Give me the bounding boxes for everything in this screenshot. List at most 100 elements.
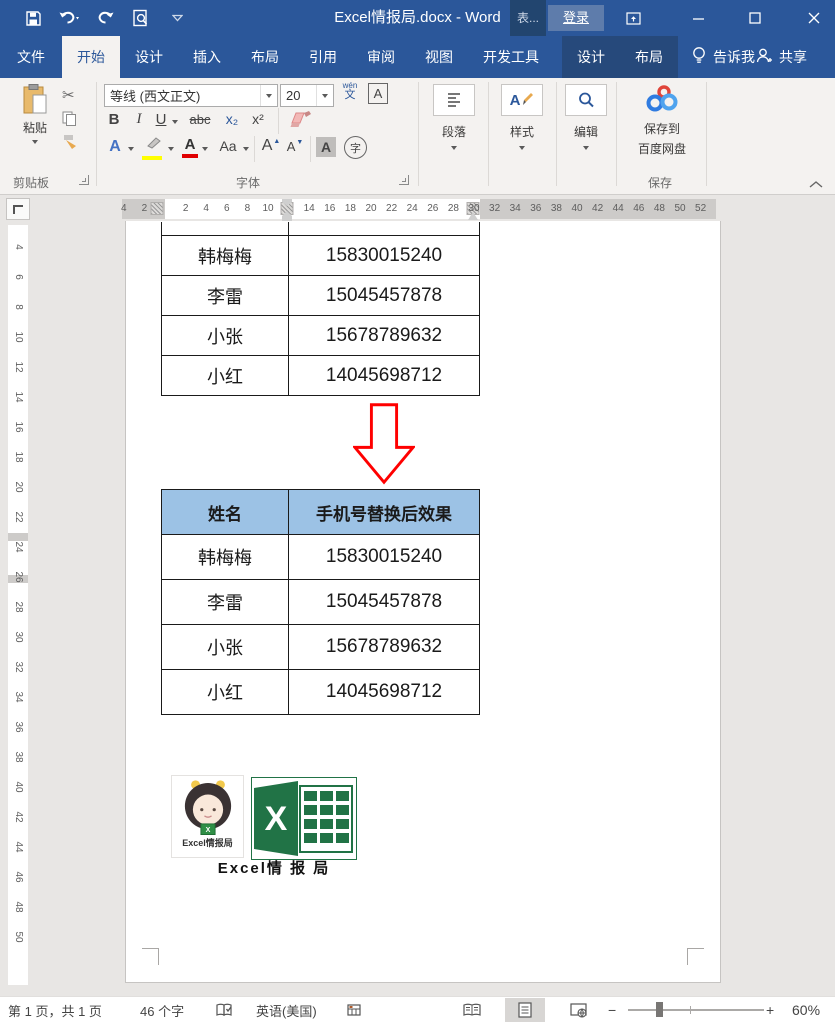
zoom-level[interactable]: 60% [792,997,820,1022]
table-cell[interactable]: 韩梅梅 [162,535,289,579]
zoom-in-button[interactable]: + [766,997,774,1022]
ribbon-display-options-icon[interactable] [616,0,650,36]
table-cell[interactable]: 小张 [162,625,289,669]
save-to-baidu-button[interactable]: 保存到 百度网盘 [624,84,700,157]
share-button[interactable]: 共享 [755,36,807,78]
superscript-button[interactable]: x² [248,111,268,127]
text-effects-dropdown-arrow[interactable] [128,147,134,151]
tab-design[interactable]: 设计 [120,36,178,78]
tab-view[interactable]: 视图 [410,36,468,78]
tab-review[interactable]: 审阅 [352,36,410,78]
table-cell[interactable] [289,222,479,235]
zoom-slider-thumb[interactable] [656,1002,663,1017]
table-cell[interactable]: 15678789632 [289,625,479,669]
format-painter-icon[interactable] [62,134,78,155]
tab-home[interactable]: 开始 [62,36,120,78]
table-cell[interactable]: 15678789632 [289,316,479,355]
cut-icon[interactable]: ✂ [62,86,75,104]
highlight-dropdown-arrow[interactable] [168,147,174,151]
clear-formatting-icon[interactable] [288,110,314,135]
table-cell[interactable]: 李雷 [162,276,289,315]
down-arrow-shape[interactable] [353,402,415,485]
tab-references[interactable]: 引用 [294,36,352,78]
ruler-number: 44 [612,203,624,214]
document-page[interactable]: 韩梅梅 15830015240 李雷 15045457878 小张 15678789632… [125,221,721,983]
tab-table-design[interactable]: 设计 [562,36,620,78]
font-color-button[interactable]: A [182,136,198,158]
table-cell[interactable]: 14045698712 [289,356,479,395]
maximize-icon[interactable] [738,0,772,36]
change-case-dropdown-arrow[interactable] [243,147,249,151]
enclose-characters-button[interactable]: 字 [344,136,367,159]
tab-insert[interactable]: 插入 [178,36,236,78]
change-case-button[interactable]: Aa [216,138,240,154]
strikethrough-button[interactable]: abc [186,112,214,127]
font-name-dropdown-icon[interactable] [260,85,277,106]
web-layout-button[interactable] [558,998,598,1022]
macro-record-icon[interactable] [347,997,361,1022]
underline-dropdown-arrow[interactable] [172,120,178,124]
table-cell[interactable] [162,222,289,235]
paragraph-button[interactable]: 段落 [428,84,480,150]
paste-button[interactable]: 粘贴 [12,84,58,144]
tab-selector-box[interactable] [6,198,30,220]
minimize-icon[interactable] [681,0,715,36]
highlight-color-button[interactable] [142,137,164,160]
shrink-font-button[interactable]: A ▼ [286,139,304,154]
table-cell[interactable]: 15830015240 [289,236,479,275]
page-number-status[interactable]: 第 1 页，共 1 页 [8,997,102,1022]
table-cell[interactable]: 小红 [162,670,289,714]
subscript-button[interactable]: x₂ [222,111,242,127]
italic-button[interactable]: I [132,111,146,128]
styles-button[interactable]: A 样式 [496,84,548,150]
underline-button[interactable]: U [154,111,168,128]
copy-icon[interactable] [62,111,77,131]
header-cell-phone[interactable]: 手机号替换后效果 [289,490,479,534]
text-effects-button[interactable]: A [106,138,124,156]
character-border-button[interactable]: A [368,83,388,104]
horizontal-ruler[interactable]: 4 2 2 4 6 8 10 14 16 18 20 22 24 26 28 30 32 34 36 38 40 42 44… [121,199,716,222]
table-cell[interactable]: 14045698712 [289,670,479,714]
tell-me-box[interactable]: 告诉我 [692,36,755,78]
table-cell[interactable]: 15045457878 [289,580,479,624]
character-shading-button[interactable]: A [316,137,336,157]
editing-dropdown-arrow[interactable] [583,146,589,150]
language-status[interactable]: 英语(美国) [256,997,317,1022]
font-size-dropdown-icon[interactable] [316,85,333,106]
table-cell[interactable]: 韩梅梅 [162,236,289,275]
font-color-dropdown-arrow[interactable] [202,147,208,151]
table-cell[interactable]: 李雷 [162,580,289,624]
collapse-ribbon-icon[interactable] [808,176,824,194]
header-cell-name[interactable]: 姓名 [162,490,289,534]
share-label: 共享 [779,49,807,65]
login-button[interactable]: 登录 [548,5,604,31]
proofing-status-icon[interactable] [216,997,234,1022]
table-cell[interactable]: 小红 [162,356,289,395]
paste-dropdown-arrow[interactable] [32,140,38,144]
styles-dropdown-arrow[interactable] [519,146,525,150]
zoom-out-button[interactable]: − [608,997,616,1022]
font-name-combo[interactable]: 等线 (西文正文) [104,84,278,107]
tab-developer[interactable]: 开发工具 [468,36,554,78]
print-layout-button[interactable] [505,998,545,1022]
tab-layout[interactable]: 布局 [236,36,294,78]
bold-button[interactable]: B [106,111,122,128]
table-cell[interactable]: 15045457878 [289,276,479,315]
tab-table-layout[interactable]: 布局 [620,36,678,78]
table-cell[interactable]: 15830015240 [289,535,479,579]
word-count-status[interactable]: 46 个字 [140,997,184,1022]
read-mode-button[interactable] [452,998,492,1022]
zoom-slider-track[interactable] [628,1009,764,1011]
font-size-combo[interactable]: 20 [280,84,334,107]
phonetic-guide-button[interactable]: wén 文 [338,82,362,101]
table-cell[interactable]: 小张 [162,316,289,355]
vertical-ruler[interactable]: 4 6 8 10 12 14 16 18 20 22 24 26 28 30 32 34 36 38 40 42 44 4… [8,225,28,985]
paragraph-dropdown-arrow[interactable] [451,146,457,150]
clipboard-dialog-launcher[interactable] [79,175,89,185]
editing-button[interactable]: 编辑 [562,84,610,150]
font-dialog-launcher[interactable] [399,175,409,185]
grow-font-button[interactable]: A ▲ [262,137,281,155]
table-column-marker[interactable] [150,202,164,215]
tab-file[interactable]: 文件 [0,36,62,78]
close-icon[interactable] [797,0,831,36]
